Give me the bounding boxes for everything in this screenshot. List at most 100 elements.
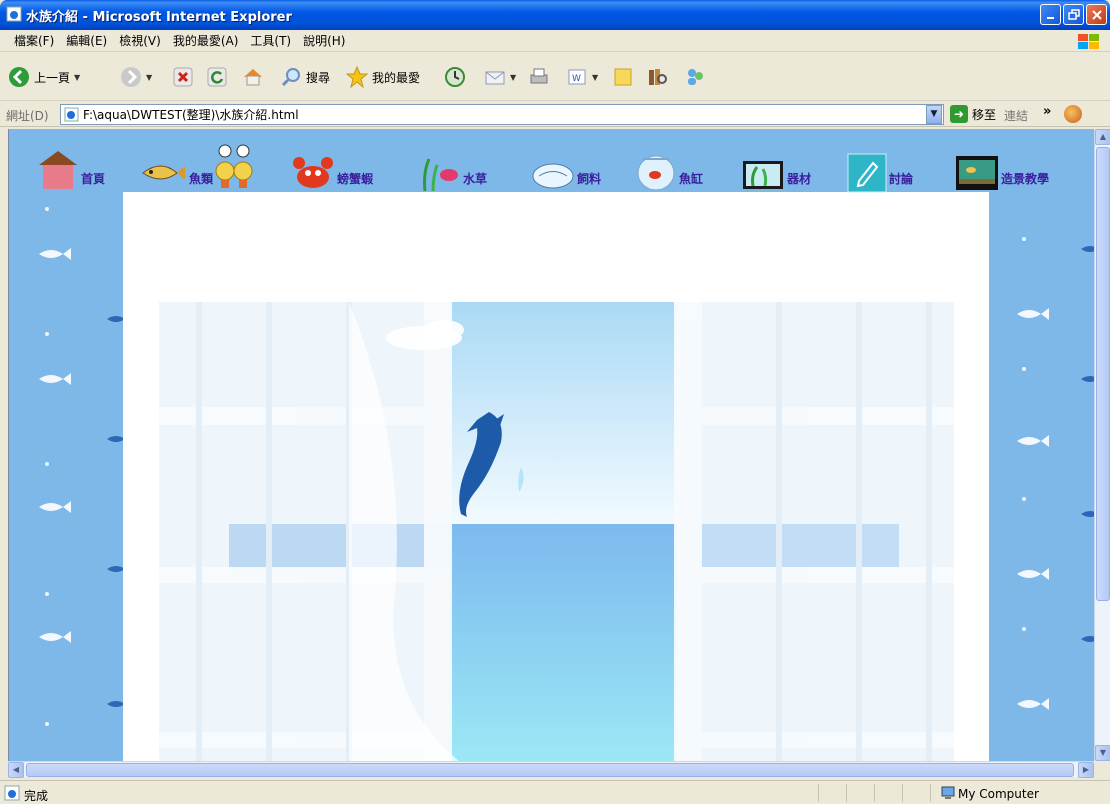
title-bar: 水族介紹 - Microsoft Internet Explorer xyxy=(0,0,1110,30)
word-edit-icon: W xyxy=(568,69,586,85)
pencil-icon xyxy=(847,153,887,193)
forward-arrow-icon xyxy=(121,67,141,87)
shrimp-icon xyxy=(215,144,253,188)
go-button[interactable]: ➜ 移至 xyxy=(950,105,996,123)
status-separator xyxy=(930,784,931,802)
menu-help[interactable]: 說明(H) xyxy=(297,32,351,49)
address-label: 網址(D) xyxy=(6,109,49,123)
minimize-button[interactable] xyxy=(1040,4,1061,25)
mail-dropdown-icon[interactable]: ▼ xyxy=(510,73,516,82)
favorites-button[interactable]: 我的最愛 xyxy=(346,65,420,89)
vertical-scrollbar[interactable]: ▲ ▼ xyxy=(1094,129,1110,761)
research-books-icon xyxy=(649,69,667,85)
nav-fish[interactable]: 魚類 xyxy=(137,137,255,193)
nav-discussion[interactable]: 討論 xyxy=(847,137,913,193)
vertical-scroll-thumb[interactable] xyxy=(1096,147,1110,601)
close-icon xyxy=(1091,9,1102,20)
menu-view[interactable]: 檢視(V) xyxy=(113,32,167,49)
go-arrow-icon: ➜ xyxy=(950,105,968,123)
nav-equipment[interactable]: 器材 xyxy=(741,137,811,193)
site-nav: 首頁 魚類 螃蟹蝦 水草 飼料 魚缸 器材 討論 造景教學 xyxy=(9,129,1094,199)
scroll-up-button[interactable]: ▲ xyxy=(1095,129,1110,145)
messenger-people-icon xyxy=(688,69,703,85)
nav-fishbowl[interactable]: 魚缸 xyxy=(635,137,703,193)
nav-feed[interactable]: 飼料 xyxy=(531,137,601,193)
star-icon xyxy=(346,66,368,88)
aquarium-icon xyxy=(956,156,998,190)
nav-aquascape-label: 造景教學 xyxy=(1001,172,1050,186)
search-icon xyxy=(281,68,300,87)
equipment-icon xyxy=(743,161,783,189)
printer-icon xyxy=(530,68,548,84)
address-dropdown-button[interactable]: ▼ xyxy=(926,105,942,124)
menu-bar: 檔案(F) 編輯(E) 檢視(V) 我的最愛(A) 工具(T) 說明(H) xyxy=(0,30,1110,52)
fish-icon xyxy=(142,165,185,180)
security-zone-label: My Computer xyxy=(958,787,1039,801)
close-button[interactable] xyxy=(1086,4,1107,25)
home-button[interactable] xyxy=(242,65,264,89)
menu-tools[interactable]: 工具(T) xyxy=(244,32,297,49)
go-label: 移至 xyxy=(972,107,997,122)
feed-icon xyxy=(532,163,574,189)
forward-dropdown-icon[interactable]: ▼ xyxy=(146,73,152,82)
horizontal-scroll-thumb[interactable] xyxy=(26,763,1074,777)
nav-aquascape[interactable]: 造景教學 xyxy=(955,137,1049,193)
stop-icon xyxy=(173,67,193,87)
refresh-button[interactable] xyxy=(206,65,228,89)
window-scene-image xyxy=(159,302,954,761)
fishbowl-icon xyxy=(637,155,675,191)
scroll-right-button[interactable]: ▶ xyxy=(1078,762,1094,778)
nav-home-label: 首頁 xyxy=(81,172,106,186)
window-scene-illustration xyxy=(159,302,954,761)
svg-text:W: W xyxy=(572,74,581,84)
nav-crab-label: 螃蟹蝦 xyxy=(337,172,374,186)
note-icon xyxy=(614,68,632,86)
discuss-button[interactable] xyxy=(612,65,634,89)
scroll-down-button[interactable]: ▼ xyxy=(1095,745,1110,761)
nav-crab[interactable]: 螃蟹蝦 xyxy=(291,137,373,193)
edit-dropdown-icon[interactable]: ▼ xyxy=(592,73,598,82)
back-label: 上一頁 xyxy=(34,70,71,85)
page-done-icon xyxy=(4,785,20,801)
nav-waterplant-label: 水草 xyxy=(463,172,488,186)
links-label[interactable]: 連結 xyxy=(1004,107,1028,124)
address-input[interactable]: F:\aqua\DWTEST(整理)\水族介紹.html xyxy=(60,104,944,125)
nav-discussion-label: 討論 xyxy=(889,172,914,186)
status-bar: 完成 My Computer xyxy=(0,780,1110,804)
nav-waterplant[interactable]: 水草 xyxy=(419,137,487,193)
restore-button[interactable] xyxy=(1063,4,1084,25)
house-icon xyxy=(39,151,77,189)
forward-button[interactable]: ▼ xyxy=(120,65,152,89)
ie-toolbar-icon[interactable] xyxy=(1064,105,1082,123)
chevron-right-icon[interactable]: » xyxy=(1043,104,1051,119)
refresh-icon xyxy=(207,67,227,87)
research-button[interactable] xyxy=(646,65,668,89)
back-button[interactable]: 上一頁 ▼ xyxy=(8,65,80,89)
mail-icon xyxy=(485,71,505,85)
menu-file[interactable]: 檔案(F) xyxy=(8,32,60,49)
menu-edit[interactable]: 編輯(E) xyxy=(60,32,113,49)
search-button[interactable]: 搜尋 xyxy=(280,65,330,89)
nav-home[interactable]: 首頁 xyxy=(37,137,105,193)
stop-button[interactable] xyxy=(172,65,194,89)
minimize-icon xyxy=(1046,16,1054,19)
print-button[interactable] xyxy=(528,65,550,89)
nav-feed-label: 飼料 xyxy=(577,172,602,186)
messenger-button[interactable] xyxy=(684,65,706,89)
back-dropdown-icon[interactable]: ▼ xyxy=(74,73,80,82)
restore-icon xyxy=(1067,8,1080,20)
horizontal-scrollbar[interactable]: ◀ ▶ xyxy=(8,761,1094,778)
favorites-label: 我的最愛 xyxy=(372,70,421,85)
status-text: 完成 xyxy=(24,789,49,803)
status-separator xyxy=(874,784,875,802)
mail-button[interactable]: ▼ xyxy=(484,65,516,89)
toolbar: 上一頁 ▼ ▼ 搜尋 我的最愛 ▼ W ▼ xyxy=(0,53,1110,101)
nav-fishbowl-label: 魚缸 xyxy=(679,172,704,186)
back-arrow-icon xyxy=(9,67,29,87)
page-icon xyxy=(64,107,79,122)
menu-favorites[interactable]: 我的最愛(A) xyxy=(167,32,245,49)
history-button[interactable] xyxy=(444,65,466,89)
window-title: 水族介紹 - Microsoft Internet Explorer xyxy=(26,10,292,25)
edit-button[interactable]: W ▼ xyxy=(566,65,598,89)
scroll-left-button[interactable]: ◀ xyxy=(8,762,24,778)
